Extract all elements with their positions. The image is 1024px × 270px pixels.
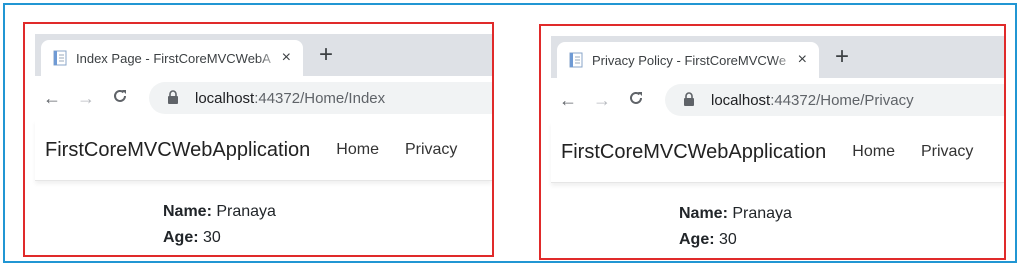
browser-toolbar: ← → localhost:44372/Home/Privacy — [551, 78, 1004, 122]
name-row: Name: Pranaya — [163, 199, 276, 225]
url-path: :44372/Home/Privacy — [770, 91, 914, 109]
age-label: Age: — [163, 229, 199, 246]
url-text: localhost:44372/Home/Privacy — [711, 92, 914, 109]
forward-arrow-icon[interactable]: → — [585, 90, 619, 111]
age-value: 30 — [198, 229, 221, 246]
new-tab-icon[interactable]: + — [319, 42, 333, 68]
url-text: localhost:44372/Home/Index — [195, 90, 385, 107]
age-row: Age: 30 — [679, 227, 792, 253]
lock-icon — [167, 90, 181, 106]
brand-link[interactable]: FirstCoreMVCWebApplication — [561, 141, 826, 164]
url-host: localhost — [195, 89, 255, 107]
brand-link[interactable]: FirstCoreMVCWebApplication — [45, 139, 310, 162]
page-content: Name: Pranaya Age: 30 — [679, 201, 792, 253]
page-content: Name: Pranaya Age: 30 — [163, 199, 276, 251]
close-icon[interactable]: × — [282, 49, 291, 67]
url-path: :44372/Home/Index — [254, 89, 386, 107]
name-row: Name: Pranaya — [679, 201, 792, 227]
page-viewport: FirstCoreMVCWebApplication Home Privacy … — [35, 120, 492, 255]
nav-link-home[interactable]: Home — [336, 141, 379, 159]
lock-icon — [683, 92, 697, 108]
nav-link-privacy[interactable]: Privacy — [405, 141, 457, 159]
tab-title: Index Page - FirstCoreMVCWebA — [76, 50, 271, 66]
back-arrow-icon[interactable]: ← — [35, 88, 69, 109]
age-label: Age: — [679, 231, 715, 248]
site-navbar: FirstCoreMVCWebApplication Home Privacy — [35, 120, 492, 181]
new-tab-icon[interactable]: + — [835, 44, 849, 70]
forward-arrow-icon[interactable]: → — [69, 88, 103, 109]
reload-icon[interactable] — [103, 88, 137, 109]
page-viewport: FirstCoreMVCWebApplication Home Privacy … — [551, 122, 1004, 258]
nav-link-privacy[interactable]: Privacy — [921, 143, 973, 161]
name-value: Pranaya — [211, 203, 276, 220]
name-value: Pranaya — [727, 205, 792, 222]
tab-title: Privacy Policy - FirstCoreMVCWe — [592, 52, 787, 68]
name-label: Name: — [679, 205, 728, 222]
reload-icon[interactable] — [619, 90, 653, 111]
nav-link-home[interactable]: Home — [852, 143, 895, 161]
url-host: localhost — [711, 91, 771, 109]
name-label: Name: — [163, 203, 212, 220]
browser-window-privacy: Privacy Policy - FirstCoreMVCWe × + ← → … — [539, 24, 1006, 260]
screenshot-frame: Index Page - FirstCoreMVCWebA × + ← → lo… — [3, 3, 1017, 263]
site-navbar: FirstCoreMVCWebApplication Home Privacy — [551, 122, 1004, 183]
browser-tab[interactable]: Privacy Policy - FirstCoreMVCWe × — [557, 42, 819, 78]
browser-tab[interactable]: Index Page - FirstCoreMVCWebA × — [41, 40, 303, 76]
close-icon[interactable]: × — [798, 51, 807, 69]
age-value: 30 — [714, 231, 737, 248]
back-arrow-icon[interactable]: ← — [551, 90, 585, 111]
page-icon — [53, 50, 67, 66]
address-bar[interactable]: localhost:44372/Home/Privacy — [665, 84, 1004, 116]
page-icon — [569, 52, 583, 68]
age-row: Age: 30 — [163, 225, 276, 251]
browser-toolbar: ← → localhost:44372/Home/Index — [35, 76, 492, 120]
browser-window-index: Index Page - FirstCoreMVCWebA × + ← → lo… — [23, 22, 494, 257]
address-bar[interactable]: localhost:44372/Home/Index — [149, 82, 492, 114]
